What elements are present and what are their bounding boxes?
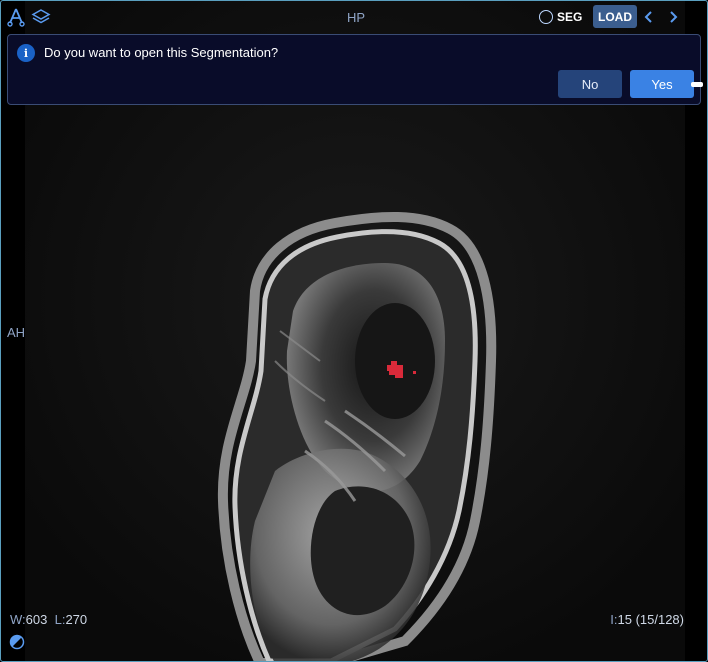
level-value: 270: [65, 612, 88, 627]
orientation-marker-top: HP: [346, 10, 366, 25]
contrast-icon[interactable]: [9, 634, 25, 650]
annotation-tool-icon[interactable]: [5, 6, 27, 28]
open-segmentation-dialog: i Do you want to open this Segmentation?…: [7, 34, 701, 105]
window-value: 603: [25, 612, 48, 627]
image-viewport[interactable]: HP SEG LOAD i Do you want to open this S…: [0, 0, 708, 662]
window-level-readout: W:603 L:270: [10, 612, 87, 627]
slice-index-readout: I:15 (15/128): [610, 612, 684, 627]
info-icon: i: [17, 44, 35, 62]
dialog-message: Do you want to open this Segmentation?: [44, 45, 279, 60]
window-label: W:: [10, 612, 26, 627]
viewport-top-bar: HP SEG LOAD: [1, 1, 707, 33]
no-button[interactable]: No: [558, 70, 622, 98]
load-button[interactable]: LOAD: [593, 5, 637, 28]
yes-button[interactable]: Yes: [630, 70, 694, 98]
chevron-right-icon[interactable]: [665, 7, 681, 27]
orientation-marker-left: AH: [7, 325, 26, 340]
seg-toggle[interactable]: SEG: [539, 7, 582, 27]
chevron-left-icon[interactable]: [641, 7, 657, 27]
circle-icon: [539, 10, 553, 24]
slice-label: I:: [610, 612, 618, 627]
level-label: L:: [54, 612, 66, 627]
layers-icon[interactable]: [30, 6, 52, 28]
slice-value: 15 (15/128): [617, 612, 685, 627]
seg-label: SEG: [557, 10, 583, 24]
resize-handle[interactable]: [691, 82, 703, 87]
